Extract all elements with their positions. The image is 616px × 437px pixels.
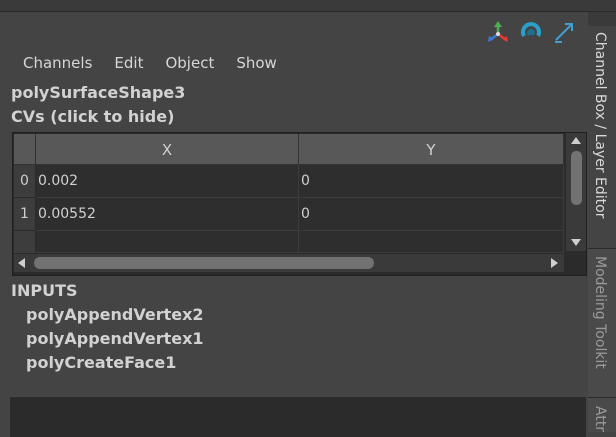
scroll-left-icon[interactable] [18, 258, 25, 268]
table-cell-x[interactable]: 0.002 [36, 165, 299, 198]
rotate-attributes-icon[interactable] [519, 20, 543, 44]
row-header[interactable]: 1 [14, 198, 35, 230]
cvs-section-toggle[interactable]: CVs (click to hide) [11, 107, 174, 126]
tab-modeling-toolkit[interactable]: Modeling Toolkit [588, 249, 616, 398]
window-top-strip [0, 0, 616, 12]
vertical-scroll-thumb[interactable] [571, 151, 582, 205]
row-header-empty [14, 231, 35, 253]
menu-bar: Channels Edit Object Show [12, 54, 288, 72]
scroll-right-icon[interactable] [551, 258, 558, 268]
table-cell-empty [299, 231, 564, 253]
horizontal-scrollbar[interactable] [14, 254, 564, 272]
table-cell-empty [36, 231, 299, 253]
table-cell-y[interactable]: 0 [299, 165, 564, 198]
cv-table: X Y 0 0.002 0 1 0.00552 0 [12, 132, 587, 276]
vertical-scrollbar[interactable] [566, 133, 586, 251]
inputs-title[interactable]: INPUTS [11, 281, 78, 300]
horizontal-scroll-thumb[interactable] [34, 257, 374, 269]
side-tab-bar: Channel Box / Layer Editor Modeling Tool… [588, 12, 616, 432]
table-cell-x[interactable]: 0.00552 [36, 198, 299, 231]
table-cell-y[interactable]: 0 [299, 198, 564, 231]
edit-attributes-icon[interactable] [552, 20, 576, 44]
input-node[interactable]: polyCreateFace1 [26, 353, 176, 372]
menu-edit[interactable]: Edit [103, 54, 154, 72]
row-header[interactable]: 0 [14, 165, 35, 197]
column-header-x[interactable]: X [36, 134, 299, 165]
scroll-up-icon[interactable] [571, 137, 581, 144]
node-name[interactable]: polySurfaceShape3 [11, 83, 185, 102]
menu-show[interactable]: Show [225, 54, 287, 72]
tab-label: Modeling Toolkit [592, 256, 608, 369]
input-node[interactable]: polyAppendVertex2 [26, 305, 204, 324]
transform-attributes-icon[interactable] [486, 20, 510, 44]
scroll-down-icon[interactable] [571, 239, 581, 246]
input-node[interactable]: polyAppendVertex1 [26, 329, 204, 348]
header-icons [486, 20, 576, 44]
layer-editor-area [10, 397, 586, 437]
tab-channel-box-layer-editor[interactable]: Channel Box / Layer Editor [588, 26, 616, 249]
tab-label: Channel Box / Layer Editor [592, 32, 608, 219]
menu-channels[interactable]: Channels [12, 54, 103, 72]
menu-object[interactable]: Object [154, 54, 225, 72]
tab-attribute-editor[interactable]: Attr [588, 398, 616, 432]
corner-header [14, 134, 36, 165]
column-header-y[interactable]: Y [299, 134, 564, 165]
tab-label: Attr [592, 406, 608, 433]
